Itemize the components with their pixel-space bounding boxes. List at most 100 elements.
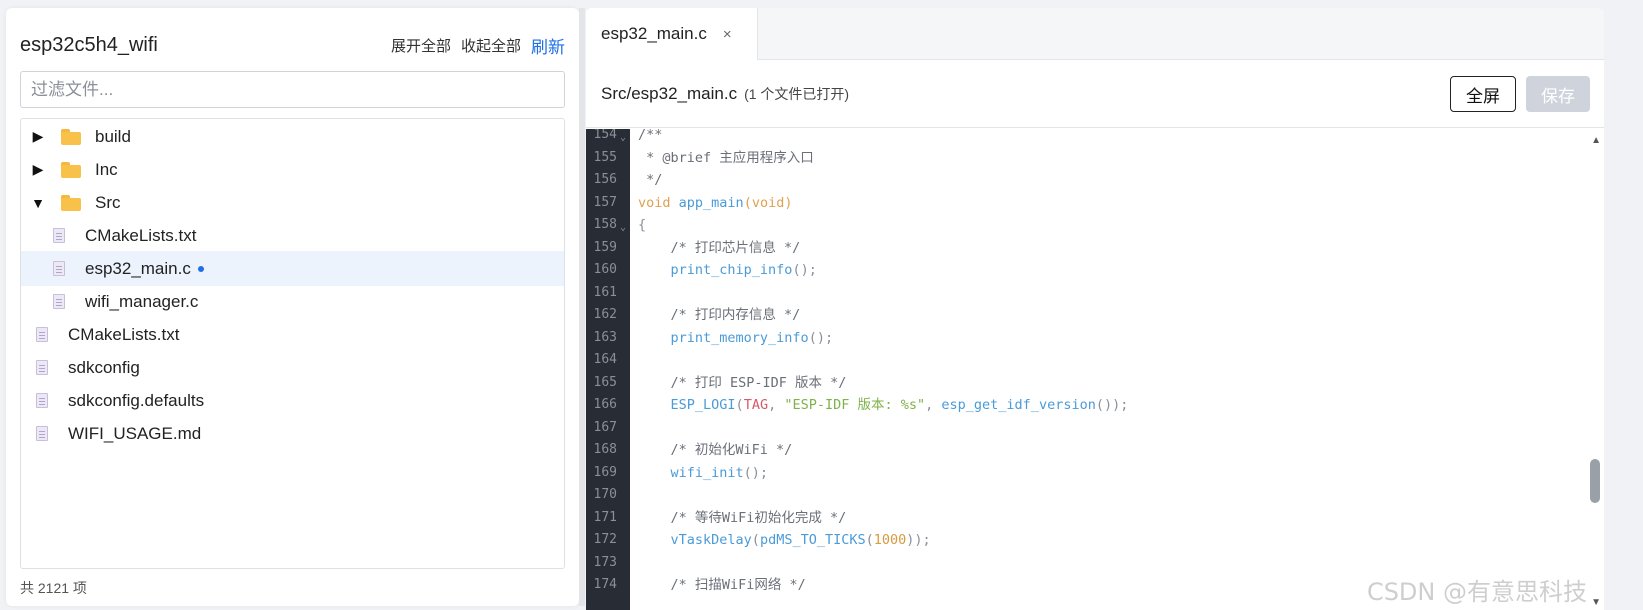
tree-file-wifi-usage[interactable]: WIFI_USAGE.md — [21, 416, 564, 451]
line-number: 156 — [593, 172, 617, 187]
line-number: 159 — [593, 239, 617, 255]
tree-item-label: Src — [95, 192, 121, 212]
code-text: /** — [638, 129, 663, 143]
line-number: 165 — [593, 374, 617, 390]
fullscreen-button[interactable]: 全屏 — [1450, 76, 1516, 112]
code-line: 159 /* 打印芯片信息 */ — [586, 237, 1604, 260]
item-count: 共 2121 项 — [20, 580, 87, 596]
code-text: * @brief 主应用程序入口 — [638, 149, 814, 166]
tree-item-label: WIFI_USAGE.md — [68, 423, 202, 443]
caret-right-icon[interactable]: ▶ — [31, 161, 45, 178]
code-line: 169 wifi_init(); — [586, 462, 1604, 485]
code-line: 154 ⌄ /** — [586, 129, 1604, 147]
panel-splitter[interactable] — [579, 8, 585, 606]
tab-label: esp32_main.c — [601, 24, 707, 43]
tree-folder-src[interactable]: ▼ Src — [21, 185, 564, 220]
line-number: 171 — [593, 509, 617, 525]
editor-panel: esp32_main.c × Src/esp32_main.c (1 个文件已打… — [586, 8, 1604, 610]
code-line: 157 void app_main(void) — [586, 192, 1604, 215]
line-number: 172 — [593, 532, 617, 547]
code-text: /* 打印芯片信息 */ — [638, 239, 801, 256]
tree-file-src-cmakelists[interactable]: CMakeLists.txt — [21, 218, 564, 253]
tree-file-wifi-manager[interactable]: wifi_manager.c — [21, 284, 564, 319]
code-text: /* 打印 ESP-IDF 版本 */ — [638, 374, 847, 391]
tree-file-cmakelists[interactable]: CMakeLists.txt — [21, 317, 564, 352]
explorer-header: esp32c5h4_wifi 展开全部 收起全部 刷新 — [20, 30, 565, 60]
file-explorer-panel: esp32c5h4_wifi 展开全部 收起全部 刷新 ▶ build ▶ In… — [6, 8, 579, 606]
line-number: 166 — [593, 397, 617, 412]
line-number: 157 — [593, 194, 617, 210]
folder-icon — [61, 161, 81, 178]
code-line: 158 ⌄ { — [586, 214, 1604, 237]
line-number: 154 — [593, 129, 617, 142]
vertical-scrollbar[interactable]: ▲ ▼ — [1588, 129, 1604, 610]
line-number: 163 — [593, 329, 617, 345]
tree-folder-inc[interactable]: ▶ Inc — [21, 152, 564, 187]
filter-files-input[interactable] — [20, 71, 565, 108]
watermark: CSDN @有意思科技 — [1366, 578, 1587, 606]
caret-down-icon[interactable]: ▼ — [31, 195, 45, 211]
folder-open-icon — [61, 194, 81, 211]
tree-item-label: CMakeLists.txt — [85, 225, 197, 245]
scroll-up-arrow-icon[interactable]: ▲ — [1591, 135, 1601, 146]
code-line: 168 /* 初始化WiFi */ — [586, 439, 1604, 462]
project-title: esp32c5h4_wifi — [20, 33, 158, 56]
code-line: 173 — [586, 552, 1604, 575]
close-icon[interactable]: × — [723, 26, 732, 43]
code-line: 171 /* 等待WiFi初始化完成 */ — [586, 507, 1604, 530]
file-icon — [36, 393, 48, 408]
line-number: 167 — [593, 419, 617, 435]
code-text: print_chip_info(); — [670, 262, 817, 278]
tree-file-sdkconfig[interactable]: sdkconfig — [21, 350, 564, 385]
tree-item-label: esp32_main.c — [85, 258, 191, 278]
file-icon — [53, 294, 65, 309]
tree-file-sdkconfig-defaults[interactable]: sdkconfig.defaults — [21, 383, 564, 418]
line-number: 170 — [593, 487, 617, 502]
code-text: ESP_LOGI(TAG, "ESP-IDF 版本: %s", esp_get_… — [670, 397, 1129, 413]
code-text: /* 打印内存信息 */ — [638, 307, 801, 323]
line-number: 169 — [593, 464, 617, 480]
code-text: wifi_init(); — [670, 464, 769, 481]
tree-item-label: Inc — [95, 159, 118, 179]
tree-item-label: sdkconfig — [68, 357, 140, 377]
tree-folder-build[interactable]: ▶ build — [21, 119, 564, 154]
line-number: 164 — [593, 352, 617, 367]
code-line: 163 print_memory_info(); — [586, 327, 1604, 350]
save-button[interactable]: 保存 — [1526, 76, 1590, 112]
code-line: 172 vTaskDelay(pdMS_TO_TICKS(1000)); — [586, 529, 1604, 552]
open-file-count: (1 个文件已打开) — [744, 86, 850, 102]
code-line: 161 — [586, 282, 1604, 305]
code-line: 166 ESP_LOGI(TAG, "ESP-IDF 版本: %s", esp_… — [586, 394, 1604, 417]
code-line: 156 */ — [586, 169, 1604, 192]
tab-esp32-main[interactable]: esp32_main.c × — [586, 8, 758, 60]
collapse-all-button[interactable]: 收起全部 — [461, 35, 521, 56]
code-text: /* 扫描WiFi网络 */ — [638, 577, 806, 593]
explorer-actions: 展开全部 收起全部 刷新 — [391, 33, 565, 58]
line-number: 174 — [593, 577, 617, 592]
line-number: 168 — [593, 442, 617, 457]
code-editor[interactable]: 154 ⌄ /** 155 * @brief 主应用程序入口 156 */ 15… — [586, 129, 1604, 610]
tree-item-label: wifi_manager.c — [85, 291, 199, 311]
file-icon — [36, 426, 48, 441]
tree-item-label: CMakeLists.txt — [68, 324, 180, 344]
caret-right-icon[interactable]: ▶ — [31, 128, 45, 145]
code-line: 167 — [586, 417, 1604, 440]
file-path: Src/esp32_main.c — [601, 84, 738, 103]
refresh-button[interactable]: 刷新 — [531, 33, 565, 58]
tree-item-label: sdkconfig.defaults — [68, 390, 205, 410]
modified-dot-icon — [197, 265, 204, 272]
code-text: /* 等待WiFi初始化完成 */ — [638, 509, 847, 526]
code-text: /* 初始化WiFi */ — [638, 442, 793, 458]
scroll-down-arrow-icon[interactable]: ▼ — [1591, 597, 1601, 608]
code-line: 170 — [586, 484, 1604, 507]
tree-item-label: build — [95, 126, 131, 146]
file-icon — [53, 261, 65, 276]
scrollbar-thumb[interactable] — [1590, 459, 1600, 503]
line-number: 161 — [593, 284, 617, 300]
code-text: void app_main(void) — [638, 194, 793, 211]
code-line: 160 print_chip_info(); — [586, 259, 1604, 282]
tree-file-esp32-main[interactable]: esp32_main.c — [21, 251, 564, 286]
expand-all-button[interactable]: 展开全部 — [391, 35, 451, 56]
tab-bar: esp32_main.c × — [586, 8, 1604, 60]
line-number: 162 — [593, 307, 617, 322]
